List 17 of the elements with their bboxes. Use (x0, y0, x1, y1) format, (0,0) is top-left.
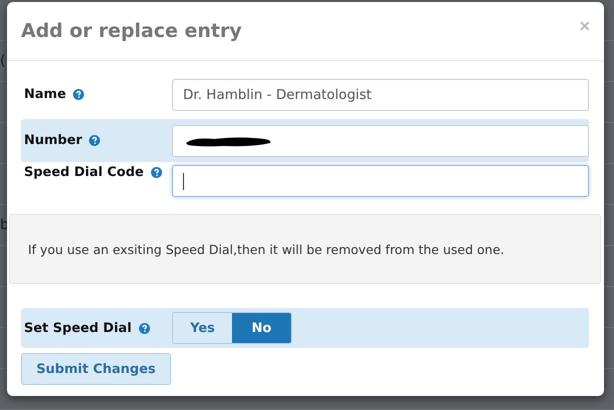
field-label: Name (24, 87, 66, 102)
input-field[interactable] (172, 124, 589, 156)
field-label: Number (24, 133, 82, 148)
input-field[interactable] (172, 165, 589, 197)
notice-text: If you use an exsiting Speed Dial,then it will be removed from the used one. (28, 242, 504, 256)
help-icon[interactable] (73, 89, 84, 100)
text-cursor (183, 172, 184, 190)
help-icon[interactable] (150, 167, 162, 178)
input-field[interactable]: Dr. Hamblin - Dermatologist (172, 78, 589, 110)
backdrop-text: ( (0, 53, 6, 69)
field-label: Set Speed Dial (24, 320, 132, 336)
dialog-title: Add or replace entry (21, 20, 242, 42)
field-label: Speed Dial Code (24, 165, 144, 180)
help-icon[interactable] (138, 322, 150, 334)
toggle-option[interactable]: No (232, 313, 291, 343)
help-icon[interactable] (89, 135, 100, 146)
submit-button[interactable]: Submit Changes (21, 353, 171, 385)
